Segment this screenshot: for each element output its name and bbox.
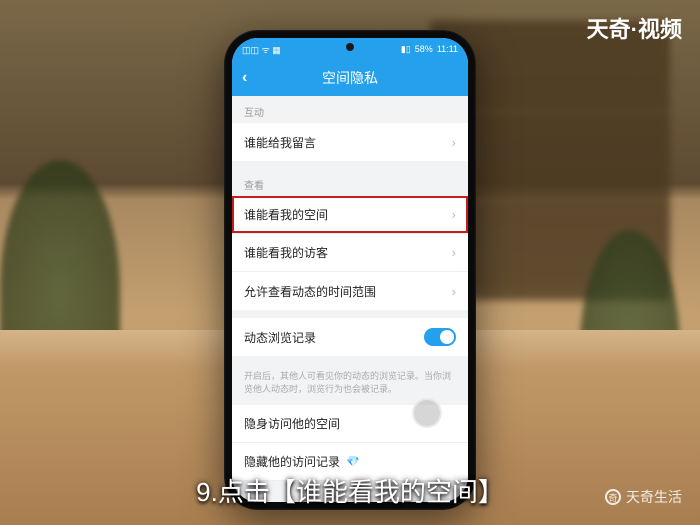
toggle-on[interactable]: [424, 328, 456, 346]
status-right: ▮▯ 58% 11:11: [401, 44, 458, 55]
touch-indicator: [412, 398, 442, 428]
row-label: 谁能给我留言: [244, 134, 316, 151]
settings-content: 互动 谁能给我留言 › 查看 谁能看我的空间 › 谁能看我的访客 › 允许查看动…: [232, 96, 468, 502]
row-who-view-visitors[interactable]: 谁能看我的访客 ›: [232, 234, 468, 272]
camera-hole: [346, 43, 354, 51]
row-time-range[interactable]: 允许查看动态的时间范围 ›: [232, 272, 468, 310]
back-button[interactable]: ‹: [242, 69, 247, 87]
row-label: 谁能看我的空间: [244, 206, 328, 223]
row-leave-message[interactable]: 谁能给我留言 ›: [232, 123, 468, 161]
row-label: 隐身访问他的空间: [244, 415, 340, 432]
status-left: ◫◫ ᯤ ▦: [242, 43, 281, 56]
battery-text: 58%: [415, 44, 433, 54]
row-label: 谁能看我的访客: [244, 244, 328, 261]
row-browse-record[interactable]: 动态浏览记录: [232, 318, 468, 356]
chevron-right-icon: ›: [452, 284, 456, 299]
diamond-icon: 💎: [346, 455, 360, 468]
chevron-right-icon: ›: [452, 245, 456, 260]
section-label-interact: 互动: [232, 96, 468, 123]
brand-logo-icon: 奇: [605, 489, 621, 505]
instruction-caption: 9.点击【谁能看我的空间】: [196, 472, 504, 509]
row-label: 隐藏他的访问记录: [244, 453, 340, 470]
phone-screen: ◫◫ ᯤ ▦ ▮▯ 58% 11:11 ‹ 空间隐私 互动 谁能给我留言 › 查…: [232, 38, 468, 502]
watermark-top-right: 天奇·视频: [587, 12, 682, 44]
chevron-right-icon: ›: [452, 135, 456, 150]
page-title: 空间隐私: [322, 68, 378, 88]
status-icons: ◫◫ ᯤ ▦: [242, 43, 281, 56]
watermark-bottom-right: 奇 天奇生活: [605, 487, 682, 507]
brand-text: 天奇生活: [626, 487, 682, 507]
row-who-view-space[interactable]: 谁能看我的空间 ›: [232, 196, 468, 234]
clock: 11:11: [437, 44, 458, 54]
chevron-right-icon: ›: [452, 207, 456, 222]
row-label: 允许查看动态的时间范围: [244, 283, 376, 300]
signal-icon: ▮▯: [401, 44, 411, 55]
title-bar: ‹ 空间隐私: [232, 60, 468, 96]
section-label-view: 查看: [232, 169, 468, 196]
row-label: 动态浏览记录: [244, 329, 316, 346]
phone-frame: ◫◫ ᯤ ▦ ▮▯ 58% 11:11 ‹ 空间隐私 互动 谁能给我留言 › 查…: [224, 30, 476, 510]
